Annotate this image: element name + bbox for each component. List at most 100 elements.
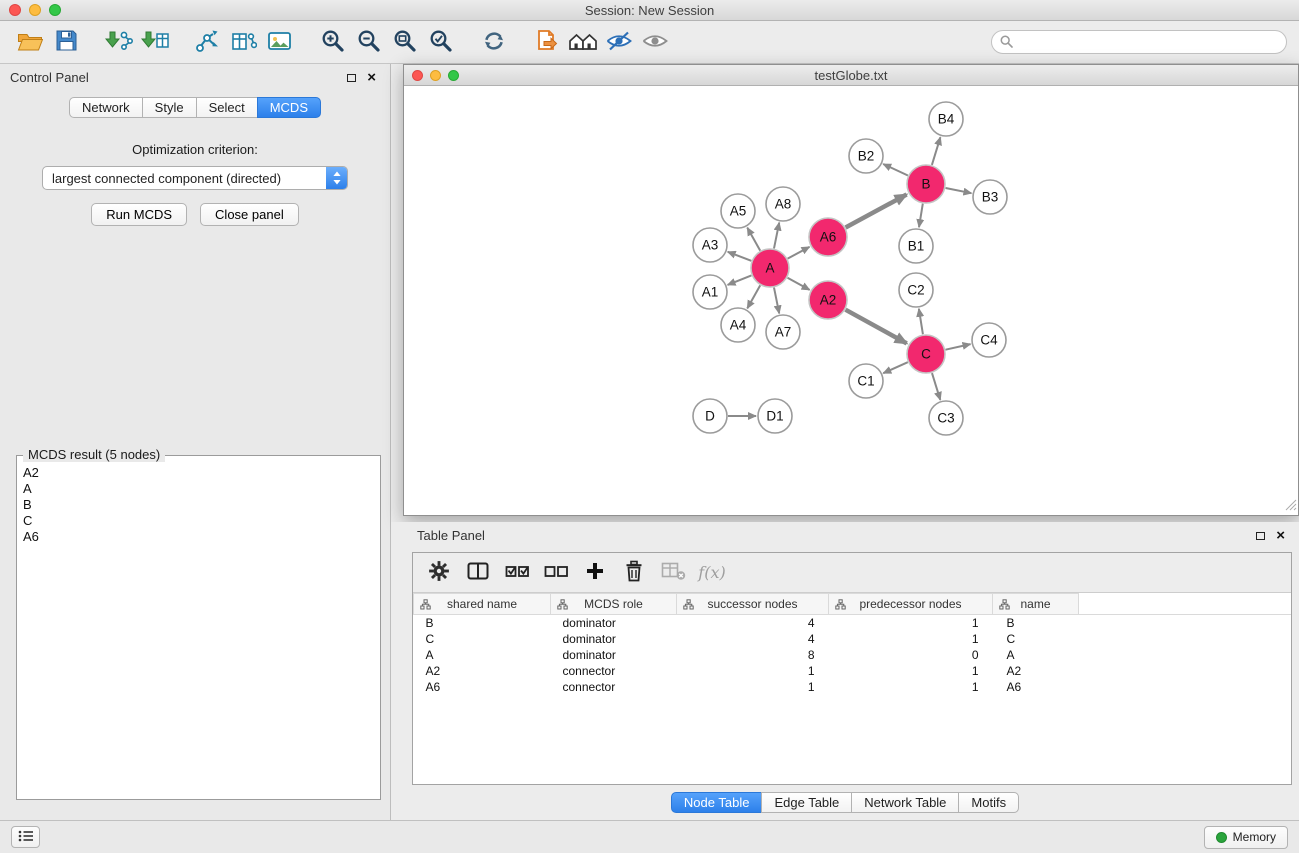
table-cell[interactable]: B [414,615,551,631]
graph-node-c1[interactable]: C1 [849,364,883,398]
zoom-network-window-button[interactable] [448,70,459,81]
graph-node-c[interactable]: C [907,335,945,373]
table-cell[interactable]: dominator [551,647,677,663]
graph-node-a1[interactable]: A1 [693,275,727,309]
optimization-dropdown[interactable]: largest connected component (directed) [42,166,348,190]
table-row[interactable]: Bdominator41B [414,615,1292,631]
table-cell[interactable]: 1 [829,615,993,631]
columns-button[interactable] [462,557,494,589]
table-row[interactable]: A6connector11A6 [414,679,1292,695]
table-cell[interactable]: A [993,647,1079,663]
graph-edge-A-A6[interactable] [788,247,810,259]
network-table-button[interactable] [226,24,262,60]
graph-edge-C-C3[interactable] [932,373,940,400]
copy-document-button[interactable] [529,24,565,60]
close-panel-button[interactable]: Close panel [200,203,299,226]
tab-style[interactable]: Style [142,97,197,118]
first-neighbors-button[interactable] [565,24,601,60]
table-cell[interactable]: 0 [829,647,993,663]
graph-edge-A2-C[interactable] [846,310,907,344]
graph-node-a2[interactable]: A2 [809,281,847,319]
graph-node-c4[interactable]: C4 [972,323,1006,357]
tab-network-table[interactable]: Network Table [851,792,959,813]
graph-node-a8[interactable]: A8 [766,187,800,221]
graph-node-b2[interactable]: B2 [849,139,883,173]
result-item[interactable]: A6 [23,529,374,545]
table-cell[interactable]: 1 [677,679,829,695]
table-cell[interactable]: connector [551,679,677,695]
graph-node-a5[interactable]: A5 [721,194,755,228]
table-cell[interactable]: 1 [677,663,829,679]
delete-button[interactable] [618,557,650,589]
graph-node-a4[interactable]: A4 [721,308,755,342]
graph-node-c3[interactable]: C3 [929,401,963,435]
graph-node-a6[interactable]: A6 [809,218,847,256]
network-graph[interactable]: B4B2BB3A5A8A6B1A3AC2A1A2A4A7C4CC1C3DD1 [404,86,1298,515]
graph-edge-A-A4[interactable] [747,285,760,308]
float-panel-icon[interactable] [347,74,356,82]
export-image-button[interactable] [262,24,298,60]
minimize-window-button[interactable] [29,4,41,16]
table-cell[interactable]: dominator [551,615,677,631]
table-cell[interactable]: B [993,615,1079,631]
table-cell[interactable]: 4 [677,615,829,631]
result-item[interactable]: B [23,497,374,513]
graph-edge-A-A8[interactable] [774,223,779,249]
table-cell[interactable]: A6 [993,679,1079,695]
graph-node-d1[interactable]: D1 [758,399,792,433]
table-cell[interactable]: C [993,631,1079,647]
delete-table-button[interactable] [657,557,689,589]
refresh-button[interactable] [476,24,512,60]
zoom-in-button[interactable] [315,24,351,60]
graph-node-b1[interactable]: B1 [899,229,933,263]
select-all-button[interactable] [501,557,533,589]
graph-edge-C-C4[interactable] [946,344,971,350]
add-button[interactable] [579,557,611,589]
graph-edge-A-A2[interactable] [788,278,810,290]
open-session-button[interactable] [12,24,48,60]
column-header-successor-nodes[interactable]: successor nodes [677,594,829,615]
graph-node-b[interactable]: B [907,165,945,203]
column-header-name[interactable]: name [993,594,1079,615]
import-network-file-button[interactable] [101,24,137,60]
graph-edge-A-A3[interactable] [728,252,752,261]
float-table-panel-icon[interactable] [1256,532,1265,540]
tab-edge-table[interactable]: Edge Table [761,792,852,813]
graph-node-d[interactable]: D [693,399,727,433]
graph-edge-B-B2[interactable] [883,164,908,176]
function-builder-button[interactable]: f(x) [696,557,728,589]
table-cell[interactable]: A2 [414,663,551,679]
graph-edge-B-B4[interactable] [932,137,941,165]
graph-node-b4[interactable]: B4 [929,102,963,136]
table-cell[interactable]: 4 [677,631,829,647]
table-cell[interactable]: C [414,631,551,647]
table-cell[interactable]: A [414,647,551,663]
task-history-button[interactable] [11,826,40,848]
tab-network[interactable]: Network [69,97,143,118]
result-item[interactable]: A [23,481,374,497]
graph-edge-B-B1[interactable] [919,204,923,228]
memory-button[interactable]: Memory [1204,826,1288,849]
table-cell[interactable]: 1 [829,631,993,647]
table-cell[interactable]: A6 [414,679,551,695]
deselect-all-button[interactable] [540,557,572,589]
table-row[interactable]: Cdominator41C [414,631,1292,647]
table-cell[interactable]: dominator [551,631,677,647]
close-window-button[interactable] [9,4,21,16]
graph-node-b3[interactable]: B3 [973,180,1007,214]
show-details-button[interactable] [637,24,673,60]
graph-node-c2[interactable]: C2 [899,273,933,307]
hide-style-button[interactable] [601,24,637,60]
tab-motifs[interactable]: Motifs [958,792,1019,813]
graph-node-a[interactable]: A [751,249,789,287]
close-table-panel-icon[interactable]: × [1276,528,1285,543]
tab-node-table[interactable]: Node Table [671,792,763,813]
table-cell[interactable]: 8 [677,647,829,663]
zoom-fit-button[interactable] [387,24,423,60]
minimize-network-window-button[interactable] [430,70,441,81]
table-row[interactable]: A2connector11A2 [414,663,1292,679]
zoom-window-button[interactable] [49,4,61,16]
zoom-out-button[interactable] [351,24,387,60]
tab-mcds[interactable]: MCDS [257,97,321,118]
graph-edge-B-B3[interactable] [946,188,972,193]
